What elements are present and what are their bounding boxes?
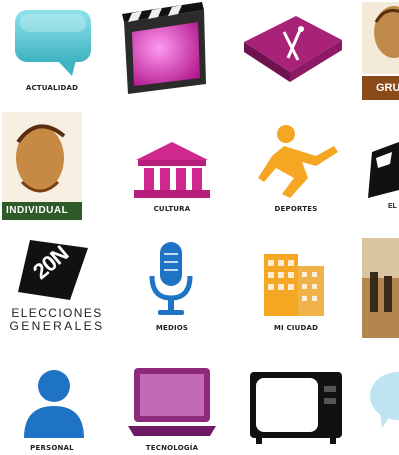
restaurant-folder-icon bbox=[244, 16, 342, 82]
tile-chat[interactable] bbox=[362, 356, 399, 455]
tile-video[interactable] bbox=[114, 2, 214, 100]
tile-deportes[interactable]: DEPORTES bbox=[246, 112, 346, 220]
speech-bubble-icon bbox=[370, 372, 399, 428]
tile-label: GENERALES bbox=[9, 319, 105, 333]
television-icon bbox=[250, 372, 342, 444]
tile-medios[interactable]: MEDIOS bbox=[122, 232, 222, 344]
runner-icon bbox=[258, 125, 338, 198]
tile-cultura[interactable]: CULTURA bbox=[122, 112, 222, 220]
portrait-image bbox=[2, 112, 82, 220]
tile-label: MI CIUDAD bbox=[273, 324, 319, 332]
tile-label: MEDIOS bbox=[155, 324, 189, 332]
clapperboard-icon bbox=[122, 2, 206, 94]
tile-label: GRU bbox=[376, 82, 399, 94]
tile-personal[interactable]: PERSONAL bbox=[2, 356, 102, 455]
tile-tv[interactable] bbox=[246, 356, 346, 455]
tile-label: ACTUALIDAD bbox=[25, 84, 79, 92]
tile-actualidad[interactable]: ACTUALIDAD bbox=[2, 2, 102, 100]
tile-foto[interactable] bbox=[362, 232, 399, 344]
tile-label: CULTURA bbox=[153, 205, 191, 213]
user-icon bbox=[24, 370, 84, 438]
tile-label: ELECCIONES bbox=[11, 306, 103, 320]
tile-grupos[interactable]: GRU bbox=[362, 2, 399, 100]
tile-mi-ciudad[interactable]: MI CIUDAD bbox=[246, 232, 346, 344]
tile-el[interactable]: EL bbox=[362, 112, 399, 220]
tile-individual[interactable]: INDIVIDUAL bbox=[2, 112, 82, 220]
tile-label: EL bbox=[388, 203, 397, 210]
tile-label: TECNOLOGÍA bbox=[145, 444, 199, 452]
photo-image bbox=[362, 238, 399, 338]
laptop-icon bbox=[128, 368, 216, 436]
tile-tecnologia[interactable]: TECNOLOGÍA bbox=[122, 356, 222, 455]
museum-icon bbox=[134, 142, 210, 198]
tile-label: INDIVIDUAL bbox=[6, 205, 69, 216]
tile-label: PERSONAL bbox=[30, 444, 74, 452]
tile-elecciones[interactable]: 20N ELECCIONES GENERALES bbox=[2, 232, 112, 344]
tile-comida[interactable] bbox=[238, 2, 348, 100]
tile-label: DEPORTES bbox=[274, 205, 318, 213]
